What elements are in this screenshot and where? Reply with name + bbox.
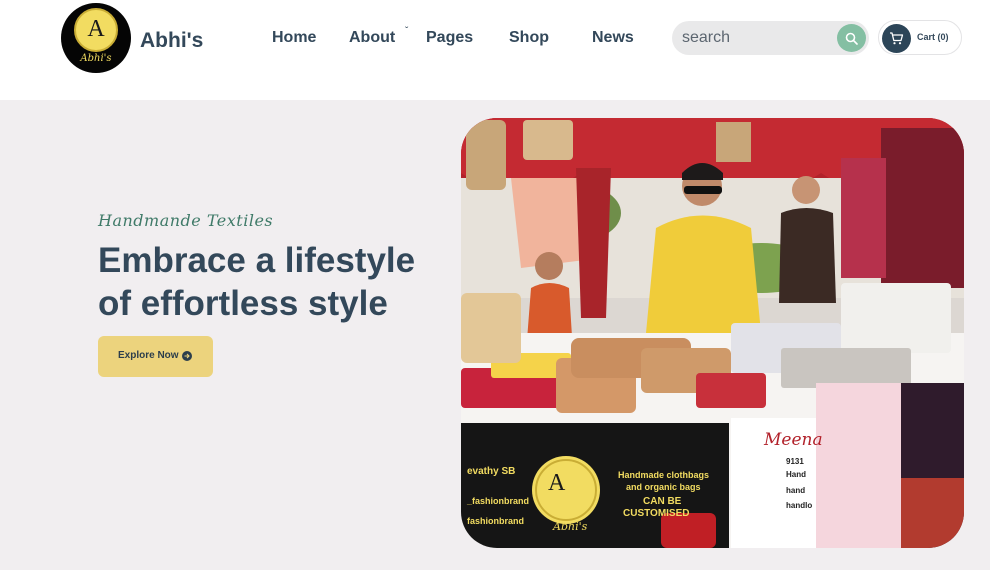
- hero-photo: evathy SB _fashionbrand fashionbrand A A…: [461, 118, 964, 548]
- board-name: Meena: [764, 430, 823, 450]
- section-divider: [0, 570, 990, 584]
- hero-headline-line1: Embrace a lifestyle: [98, 241, 416, 280]
- cart-label: Cart (0): [917, 32, 949, 42]
- arrow-right-circle-icon: [182, 351, 192, 361]
- explore-now-button[interactable]: Explore Now: [98, 336, 213, 377]
- cart-icon: [890, 32, 904, 45]
- chevron-down-icon[interactable]: ˇ: [405, 26, 408, 37]
- sign-name: evathy SB: [467, 466, 516, 477]
- sign-logo-script: Abhi's: [553, 520, 588, 533]
- hero-headline-line2: of effortless style: [98, 284, 388, 323]
- brand-name[interactable]: Abhi's: [140, 29, 203, 53]
- board-line-3: handlo: [786, 501, 813, 510]
- cart-button[interactable]: Cart (0): [878, 20, 962, 55]
- cart-icon-badge: [882, 24, 911, 53]
- hero-headline: Embrace a lifestyle of effortless style: [98, 239, 438, 325]
- sign-handle-1: _fashionbrand: [467, 496, 530, 506]
- search-icon: [845, 32, 858, 45]
- nav-home[interactable]: Home: [272, 28, 316, 48]
- sign-handle-2: fashionbrand: [467, 516, 525, 526]
- market-stall-illustration: [461, 118, 964, 548]
- sign-callout-1: CAN BE: [643, 496, 682, 507]
- hero-eyebrow: Handmande Textiles: [98, 211, 274, 230]
- search-input[interactable]: [682, 28, 832, 48]
- search-bar: [672, 21, 869, 55]
- sign-callout-2: CUSTOMISED: [623, 508, 690, 519]
- search-button[interactable]: [837, 24, 866, 52]
- board-line-2: hand: [786, 486, 806, 495]
- board-phone: 9131: [786, 457, 804, 466]
- nav-shop[interactable]: Shop: [509, 28, 549, 48]
- sign-logo-letter: A: [548, 470, 566, 496]
- site-header: A Abhi's Abhi's Home About ˇ Pages Shop …: [0, 0, 990, 100]
- logo-script: Abhi's: [80, 53, 112, 64]
- board-line-1: Hand: [786, 470, 806, 479]
- logo-emblem: A: [74, 8, 118, 52]
- sign-tagline-1: Handmade clothbags: [618, 470, 710, 480]
- hero-section: Handmande Textiles Embrace a lifestyle o…: [0, 100, 990, 570]
- logo-letter: A: [87, 16, 105, 42]
- brand-logo[interactable]: A Abhi's: [61, 3, 131, 73]
- explore-now-label: Explore Now: [118, 350, 179, 361]
- nav-news[interactable]: News: [592, 28, 634, 48]
- nav-pages[interactable]: Pages: [426, 28, 473, 48]
- sign-tagline-2: and organic bags: [626, 482, 701, 492]
- nav-about[interactable]: About: [349, 28, 395, 48]
